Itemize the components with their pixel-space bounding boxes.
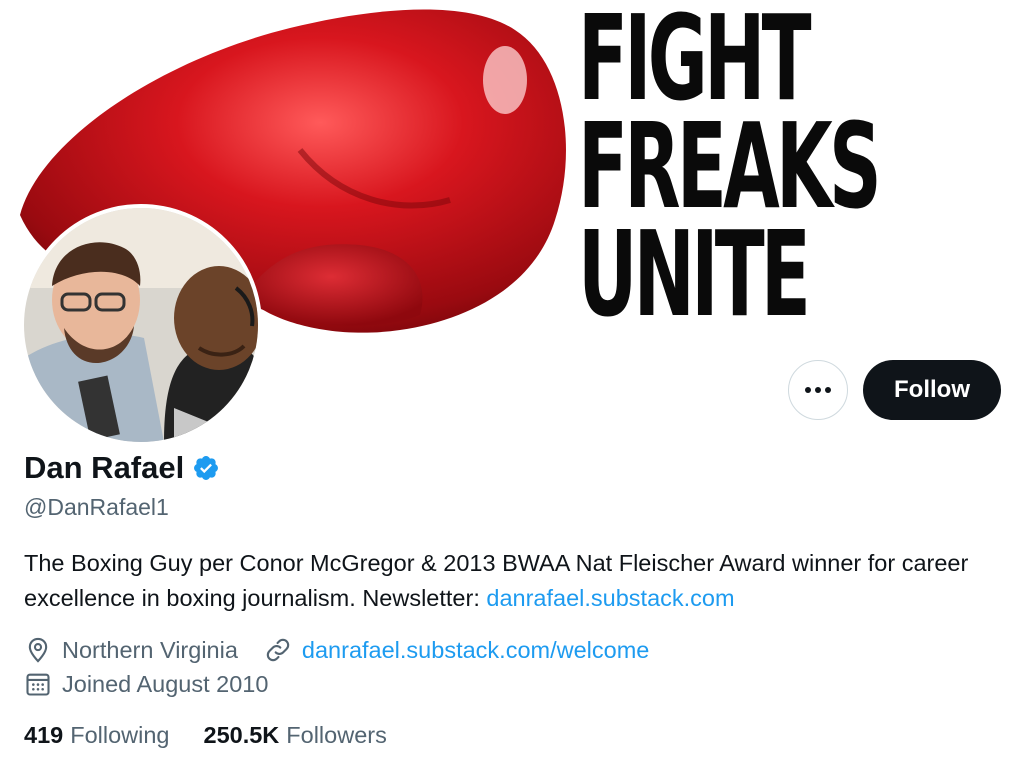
profile-website-link[interactable]: danrafael.substack.com/welcome [302,637,649,664]
verified-badge-icon[interactable] [192,454,220,482]
link-icon [264,636,292,664]
profile-bio: The Boxing Guy per Conor McGregor & 2013… [24,546,1004,616]
followers-stat[interactable]: 250.5K Followers [204,722,387,749]
calendar-icon [24,670,52,698]
profile-location: Northern Virginia [62,636,238,663]
profile-joined-date: Joined August 2010 [62,670,269,697]
slogan-line-2: FREAKS [578,97,882,235]
following-stat[interactable]: 419 Following [24,722,170,749]
avatar[interactable] [20,204,262,446]
location-pin-icon [24,636,52,664]
slogan-line-1: FIGHT [578,0,812,127]
following-label: Following [70,722,170,748]
more-options-button[interactable] [788,360,848,420]
more-icon [805,387,831,393]
followers-label: Followers [286,722,387,748]
avatar-photo [24,208,258,442]
profile-stats: 419 Following 250.5K Followers [24,722,387,749]
bio-link[interactable]: danrafael.substack.com [486,585,734,611]
profile-name-row: Dan Rafael [24,450,220,486]
slogan-line-3: UNITE [578,205,811,340]
profile-name: Dan Rafael [24,450,185,485]
profile-joined-row: Joined August 2010 [24,670,268,698]
follow-button[interactable]: Follow [863,360,1001,420]
following-count: 419 [24,722,64,748]
profile-meta-row: Northern Virginia danrafael.substack.com… [24,636,649,664]
followers-count: 250.5K [203,722,280,748]
banner-slogan: FIGHT FREAKS UNITE [578,0,882,340]
profile-handle: @DanRafael1 [24,494,169,520]
